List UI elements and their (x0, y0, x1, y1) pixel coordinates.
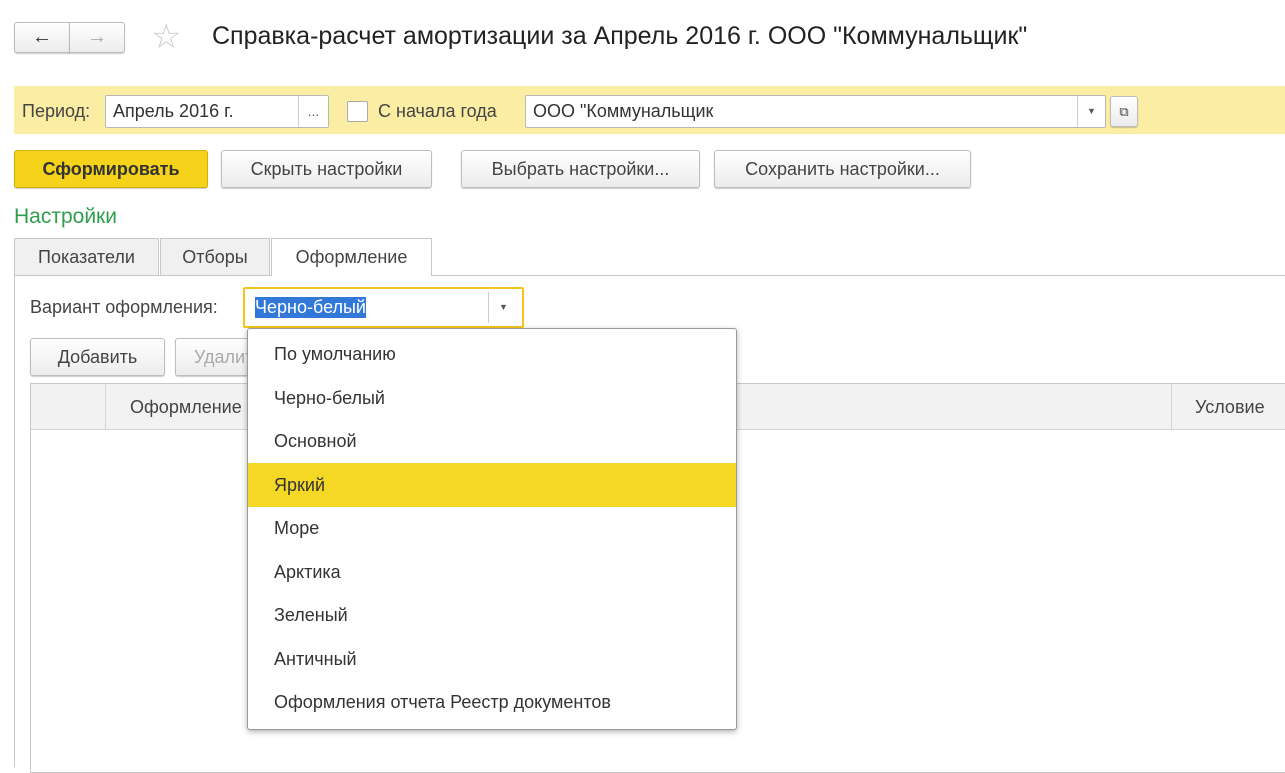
chevron-down-icon: ▼ (1087, 106, 1096, 116)
tab-panel-border (14, 275, 15, 767)
chevron-down-icon: ▼ (499, 302, 508, 312)
save-settings-button[interactable]: Сохранить настройки... (714, 150, 971, 188)
back-button[interactable]: ← (14, 22, 70, 53)
column-divider (1171, 384, 1172, 430)
option-black-white[interactable]: Черно-белый (248, 376, 736, 420)
forward-button[interactable]: → (69, 22, 125, 53)
period-label: Период: (22, 101, 91, 121)
tab-filters[interactable]: Отборы (160, 238, 270, 275)
option-main[interactable]: Основной (248, 419, 736, 463)
generate-button[interactable]: Сформировать (14, 150, 208, 188)
option-bright[interactable]: Яркий (248, 463, 736, 507)
organization-open-button[interactable]: ⧉ (1110, 96, 1138, 127)
option-default[interactable]: По умолчанию (248, 332, 736, 376)
period-select-button[interactable]: ... (298, 96, 328, 127)
from-year-label: С начала года (378, 101, 497, 121)
arrow-right-icon: → (87, 26, 107, 48)
variant-dropdown-list: По умолчанию Черно-белый Основной Яркий … (247, 328, 737, 730)
add-button[interactable]: Добавить (30, 338, 165, 376)
option-arctic[interactable]: Арктика (248, 550, 736, 594)
period-input[interactable]: Апрель 2016 г. (105, 95, 329, 128)
from-year-checkbox[interactable] (347, 101, 368, 122)
tab-appearance[interactable]: Оформление (271, 238, 432, 276)
organization-dropdown-button[interactable]: ▼ (1077, 96, 1105, 127)
variant-select[interactable]: Черно-белый (243, 287, 524, 328)
open-icon: ⧉ (1119, 103, 1129, 119)
arrow-left-icon: ← (32, 26, 52, 48)
variant-label: Вариант оформления: (30, 297, 218, 317)
page-title: Справка-расчет амортизации за Апрель 201… (212, 22, 1028, 50)
column-divider (105, 384, 106, 430)
settings-title: Настройки (14, 205, 117, 228)
variant-dropdown-button[interactable]: ▼ (488, 292, 518, 323)
hide-settings-button[interactable]: Скрыть настройки (221, 150, 432, 188)
option-green[interactable]: Зеленый (248, 593, 736, 637)
option-sea[interactable]: Море (248, 506, 736, 550)
column-header-appearance[interactable]: Оформление (130, 397, 242, 418)
option-register-report[interactable]: Оформления отчета Реестр документов (248, 680, 736, 724)
option-antique[interactable]: Античный (248, 637, 736, 681)
star-icon[interactable]: ☆ (151, 17, 181, 57)
organization-input[interactable]: ООО "Коммунальщик (525, 95, 1106, 128)
column-header-condition[interactable]: Условие (1195, 397, 1265, 418)
choose-settings-button[interactable]: Выбрать настройки... (461, 150, 700, 188)
tabs-line (14, 275, 1285, 276)
tab-indicators[interactable]: Показатели (14, 238, 159, 275)
